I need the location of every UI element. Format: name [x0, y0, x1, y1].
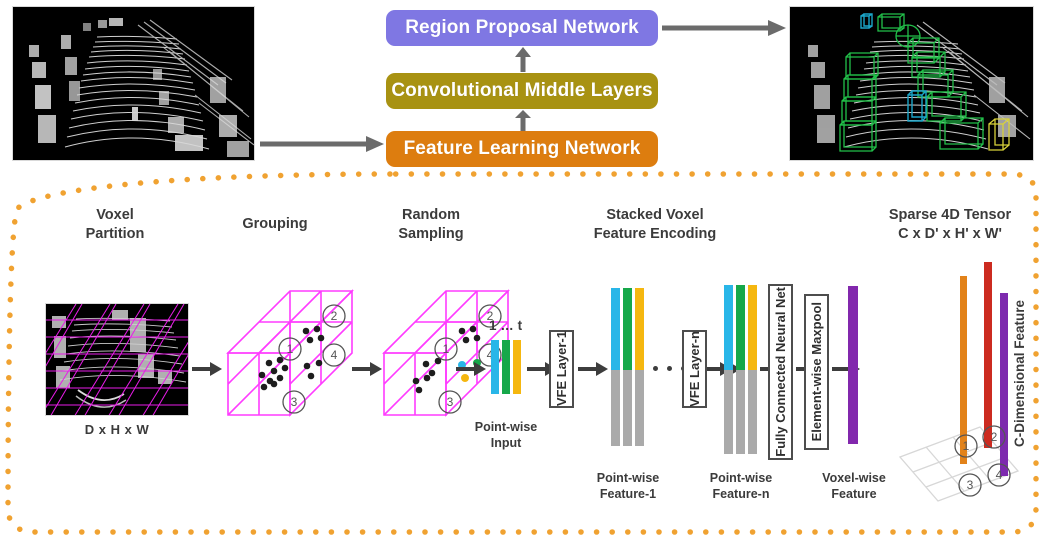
feature1-bar-amber-top [635, 288, 644, 370]
label-voxel-wise-feature: Voxel-wise Feature [822, 471, 886, 502]
block-label-cml: Convolutional Middle Layers [391, 80, 653, 101]
module-label-vfe1: VFE Layer-1 [554, 331, 569, 407]
label-dhw: D x H x W [84, 422, 150, 437]
caption-random-sampling: Random Sampling [398, 207, 464, 243]
featuren-bar-amber-top [748, 285, 757, 370]
module-label-maxpool: Element-wise Maxpool [809, 302, 824, 442]
svg-text:1: 1 [443, 342, 450, 356]
pointwise-input-bar-amber [513, 340, 521, 394]
svg-text:4: 4 [996, 468, 1003, 482]
block-label-rpn: Region Proposal Network [405, 17, 639, 38]
block-region-proposal-network[interactable]: Region Proposal Network [386, 10, 658, 46]
featuren-bar-green-top [736, 285, 745, 370]
svg-text:3: 3 [447, 395, 454, 409]
arrow-voxel-to-grouping [192, 362, 222, 376]
output-detection-image [789, 6, 1034, 161]
block-feature-learning-network[interactable]: Feature Learning Network [386, 131, 658, 167]
arrow-vfe1-to-feature1 [578, 362, 608, 376]
module-fully-connected-neural-net[interactable]: Fully Connected Neural Net [768, 284, 793, 460]
featuren-bar-green-bottom [736, 370, 745, 454]
block-label-fln: Feature Learning Network [403, 138, 641, 159]
svg-text:2: 2 [991, 430, 998, 444]
feature1-bar-cyan-bottom [611, 370, 620, 446]
feature1-bar-amber-bottom [635, 370, 644, 446]
caption-voxel-partition: Voxel Partition [85, 207, 145, 243]
svg-text:3: 3 [291, 395, 298, 409]
caption-sparse-4d-tensor: Sparse 4D Tensor C x D' x H' x W' [888, 207, 1012, 243]
module-element-wise-maxpool[interactable]: Element-wise Maxpool [804, 294, 829, 450]
svg-text:1: 1 [287, 342, 294, 356]
arrow-input-to-fln [260, 136, 384, 152]
module-vfe-layer-n[interactable]: VFE Layer-n [682, 330, 707, 408]
featuren-bar-cyan-top [724, 285, 733, 370]
label-point-wise-feature-1: Point-wise Feature-1 [596, 471, 660, 502]
label-point-range: 1 ... t [489, 318, 523, 333]
feature1-bar-cyan-top [611, 288, 620, 370]
block-convolutional-middle-layers[interactable]: Convolutional Middle Layers [386, 73, 658, 109]
featuren-bar-amber-bottom [748, 370, 757, 454]
caption-stacked-vfe: Stacked Voxel Feature Encoding [593, 207, 717, 243]
label-c-dimensional-feature: C-Dimensional Feature [1012, 300, 1027, 448]
svg-text:1: 1 [963, 439, 970, 453]
figure-root: Region Proposal Network Convolutional Mi… [0, 0, 1046, 545]
module-label-vfen: VFE Layer-n [687, 331, 702, 407]
module-vfe-layer-1[interactable]: VFE Layer-1 [549, 330, 574, 408]
arrow-rpn-to-output [662, 20, 786, 36]
feature1-bar-green-top [623, 288, 632, 370]
arrow-sampling-to-pointwise-input [456, 362, 486, 376]
featuren-bar-cyan-bottom [724, 370, 733, 454]
input-point-cloud-image [12, 6, 255, 161]
caption-grouping: Grouping [242, 216, 308, 232]
arrow-cml-to-rpn [515, 47, 531, 72]
feature1-bar-green-bottom [623, 370, 632, 446]
svg-text:2: 2 [331, 309, 338, 323]
svg-text:3: 3 [967, 478, 974, 492]
label-point-wise-feature-n: Point-wise Feature-n [709, 471, 773, 502]
grouping-voxel-cube: 1 2 3 4 [226, 289, 354, 417]
voxel-wise-feature-bar [848, 286, 858, 444]
svg-text:4: 4 [331, 348, 338, 362]
module-label-fcnn: Fully Connected Neural Net [773, 287, 788, 457]
voxel-partition-image [45, 303, 189, 416]
pointwise-input-bar-green [502, 340, 510, 394]
label-point-wise-input: Point-wise Input [474, 420, 538, 451]
pointwise-input-bar-cyan [491, 340, 499, 394]
arrow-fln-to-cml [515, 110, 531, 131]
